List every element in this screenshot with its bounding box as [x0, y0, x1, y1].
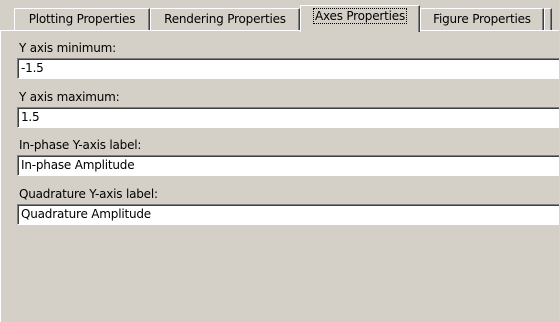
panel-border-left [0, 30, 1, 322]
panel-border-top [0, 30, 559, 31]
in-phase-y-axis-label-label: In-phase Y-axis label: [19, 138, 142, 152]
y-axis-minimum-field[interactable]: -1.5 [17, 58, 559, 79]
tab-label: Rendering Properties [164, 12, 286, 26]
tab-label: Plotting Properties [28, 12, 136, 26]
tab-plotting-properties[interactable]: Plotting Properties [14, 8, 150, 30]
tab-overflow-edge[interactable] [544, 8, 552, 30]
y-axis-maximum-field[interactable]: 1.5 [17, 107, 559, 128]
tab-label: Figure Properties [433, 12, 531, 26]
in-phase-y-axis-label-field[interactable]: In-phase Amplitude [17, 155, 559, 176]
tab-label: Axes Properties [312, 8, 408, 24]
quadrature-y-axis-label-field[interactable]: Quadrature Amplitude [17, 204, 559, 225]
tab-figure-properties[interactable]: Figure Properties [420, 8, 544, 30]
y-axis-maximum-label: Y axis maximum: [19, 90, 120, 104]
tab-strip: Plotting Properties Rendering Properties… [0, 0, 559, 32]
y-axis-minimum-label: Y axis minimum: [19, 41, 116, 55]
quadrature-y-axis-label-label: Quadrature Y-axis label: [19, 187, 158, 201]
tab-rendering-properties[interactable]: Rendering Properties [150, 8, 300, 30]
tab-axes-properties[interactable]: Axes Properties [300, 5, 420, 32]
